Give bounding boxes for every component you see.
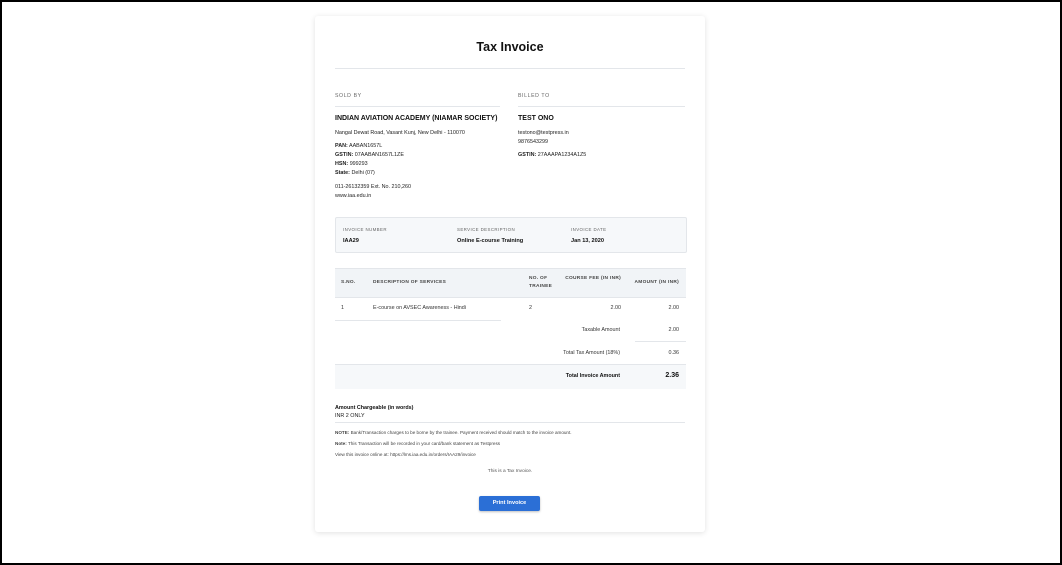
total-row: Total Invoice Amount 2.36 (335, 364, 686, 389)
gstin-value: 27AAAPA1234A1Z5 (537, 152, 587, 158)
divider (335, 106, 500, 107)
total-amount-label: Total Invoice Amount (565, 373, 620, 379)
service-description-label: SERVICE DESCRIPTION (457, 227, 516, 232)
invoice-number: IAA29 (343, 238, 359, 244)
seller-phone: 011-26132359 Ext. No. 210,260 (335, 184, 412, 190)
row-description: E-course on AVSEC Awareness - Hindi (373, 305, 466, 311)
hsn-value: 999293 (349, 161, 368, 167)
state-label: State: (335, 170, 350, 176)
total-amount-value: 2.36 (665, 372, 679, 379)
taxable-amount-value: 2.00 (668, 327, 680, 333)
seller-hsn: HSN: 999293 (335, 161, 368, 167)
tax-amount-value: 0.36 (668, 350, 680, 356)
page-title: Tax Invoice (476, 40, 544, 54)
tax-amount-label: Total Tax Amount (18%) (563, 350, 620, 356)
invoice-number-label: INVOICE NUMBER (343, 227, 387, 232)
pan-label: PAN: (335, 143, 348, 149)
note-text: Bank/Transaction charges to be borne by … (350, 430, 572, 435)
buyer-gstin: GSTIN: 27AAAPA1234A1Z5 (518, 152, 586, 158)
gstin-label: GSTIN: (518, 152, 537, 158)
billed-to-heading: BILLED TO (518, 93, 550, 99)
table-header: S.NO. DESCRIPTION OF SERVICES NO. OF TRA… (335, 268, 686, 298)
row-trainee: 2 (529, 305, 532, 311)
seller-state: State: Delhi (07) (335, 170, 375, 176)
th-description: DESCRIPTION OF SERVICES (373, 280, 447, 285)
words-label: Amount Chargeable (in words) (335, 405, 414, 411)
service-description: Online E-course Training (457, 238, 524, 244)
row-sno: 1 (341, 305, 344, 311)
note-view-online: View this invoice online at: https://lms… (335, 452, 476, 457)
invoice-date-label: INVOICE DATE (571, 227, 607, 232)
print-invoice-button[interactable]: Print Invoice (479, 496, 540, 511)
seller-gstin: GSTIN: 07AABAN1657L1ZE (335, 152, 404, 158)
th-course-fee: COURSE FEE (IN INR) (565, 276, 621, 281)
divider (335, 320, 501, 321)
seller-website: www.iaa.edu.in (335, 193, 372, 199)
taxable-amount-label: Taxable Amount (581, 327, 620, 333)
th-trainee: NO. OF TRAINEE (529, 276, 553, 289)
row-fee: 2.00 (610, 305, 622, 311)
note-bank-charges: NOTE: Bank/Transaction charges to be bor… (335, 430, 572, 435)
gstin-value: 07AABAN1657L1ZE (354, 152, 404, 158)
divider (518, 106, 685, 107)
buyer-phone: 9876543299 (518, 139, 548, 145)
invoice-date: Jan 13, 2020 (571, 238, 604, 244)
note-label: Note: (335, 441, 347, 446)
seller-name: INDIAN AVIATION ACADEMY (NIAMAR SOCIETY) (335, 115, 498, 122)
th-sno: S.NO. (341, 280, 356, 285)
pan-value: AABAN1657L (348, 143, 383, 149)
words-value: INR 2 ONLY (335, 413, 365, 419)
note-label: NOTE: (335, 430, 350, 435)
divider (635, 341, 686, 342)
note-statement: Note: This Transaction will be recorded … (335, 441, 500, 446)
seller-address: Nangal Dewat Road, Vasant Kunj, New Delh… (335, 130, 465, 136)
seller-pan: PAN: AABAN1657L (335, 143, 382, 149)
invoice-meta-box: INVOICE NUMBER IAA29 SERVICE DESCRIPTION… (335, 217, 687, 253)
tax-invoice-footer: This is a Tax Invoice. (487, 469, 533, 474)
hsn-label: HSN: (335, 161, 349, 167)
note-text: This Transaction will be recorded in you… (347, 441, 501, 446)
gstin-label: GSTIN: (335, 152, 354, 158)
buyer-email: testono@testpress.in (518, 130, 569, 136)
divider (335, 422, 685, 423)
row-amount: 2.00 (668, 305, 680, 311)
sold-by-heading: SOLD BY (335, 93, 362, 99)
th-amount: AMOUNT (IN INR) (634, 280, 679, 285)
state-value: Delhi (07) (351, 170, 375, 176)
buyer-name: TEST ONO (518, 115, 554, 122)
page-frame: Tax Invoice SOLD BY INDIAN AVIATION ACAD… (0, 0, 1062, 565)
divider (335, 68, 685, 69)
invoice-card: Tax Invoice SOLD BY INDIAN AVIATION ACAD… (315, 16, 705, 532)
